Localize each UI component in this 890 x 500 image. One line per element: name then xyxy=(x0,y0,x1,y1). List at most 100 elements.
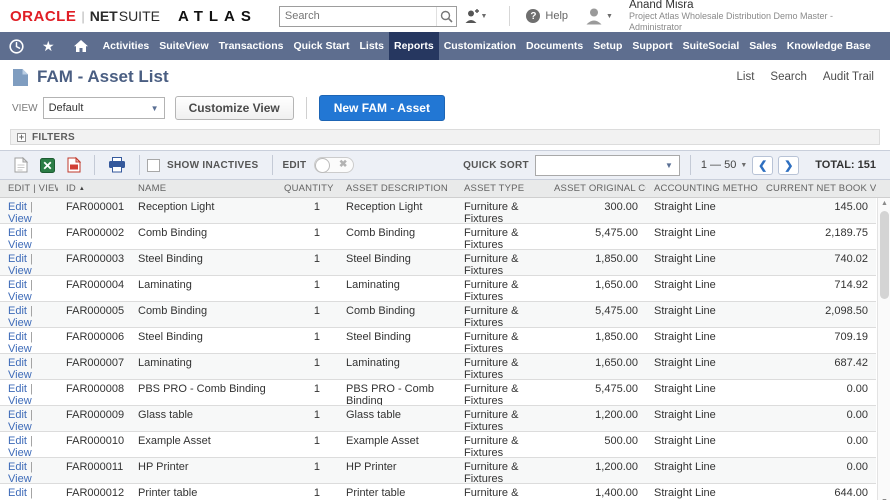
help-button[interactable]: ? Help xyxy=(526,9,568,23)
view-link[interactable]: View xyxy=(8,447,32,457)
page-link-search[interactable]: Search xyxy=(770,71,806,83)
nav-item-support[interactable]: Support xyxy=(627,32,677,60)
col-header-accounting_method[interactable]: ACCOUNTING METHOD xyxy=(646,180,758,197)
scroll-up-icon[interactable]: ▲ xyxy=(878,198,890,210)
create-new-record-icon[interactable]: ▼ xyxy=(457,9,493,24)
nav-item-setup[interactable]: Setup xyxy=(588,32,627,60)
view-link[interactable]: View xyxy=(8,291,32,301)
view-link[interactable]: View xyxy=(8,213,32,223)
edit-link[interactable]: Edit xyxy=(8,305,27,317)
cell-id: FAR000010 xyxy=(58,432,130,457)
table-row: Edit | ViewFAR000002Comb Binding1Comb Bi… xyxy=(0,224,876,250)
filters-bar[interactable]: + FILTERS xyxy=(10,129,880,145)
cell-net_book_value: 709.19 xyxy=(758,328,876,353)
scrollbar-thumb[interactable] xyxy=(880,211,889,299)
view-link[interactable]: View xyxy=(8,239,32,249)
home-icon[interactable] xyxy=(64,32,98,60)
prev-page-button[interactable]: ❮ xyxy=(752,156,773,175)
atlas-logo: ATLAS xyxy=(178,8,257,25)
link-separator: | xyxy=(27,201,33,213)
show-inactives-label: SHOW INACTIVES xyxy=(167,160,258,171)
view-link[interactable]: View xyxy=(8,395,32,405)
user-avatar[interactable]: ▼ xyxy=(578,7,619,25)
cell-type: Furniture & Fixtures xyxy=(456,354,546,379)
search-icon[interactable] xyxy=(436,7,456,26)
edit-link[interactable]: Edit xyxy=(8,279,27,291)
quick-sort-select[interactable]: ▼ xyxy=(535,155,680,176)
link-separator: | xyxy=(27,305,33,317)
recent-records-icon[interactable] xyxy=(0,32,33,60)
next-page-button[interactable]: ❯ xyxy=(778,156,799,175)
cell-editview: Edit | View xyxy=(0,276,58,301)
edit-toggle[interactable]: ✖ xyxy=(314,157,354,173)
edit-link[interactable]: Edit xyxy=(8,435,27,447)
cell-name: Comb Binding xyxy=(130,224,276,249)
nav-item-lists[interactable]: Lists xyxy=(354,32,389,60)
user-name: Anand Misra xyxy=(629,0,880,11)
cell-description: Example Asset xyxy=(338,432,456,457)
edit-link[interactable]: Edit xyxy=(8,409,27,421)
edit-link[interactable]: Edit xyxy=(8,227,27,239)
page-document-icon xyxy=(12,68,29,87)
new-fam-asset-button[interactable]: New FAM - Asset xyxy=(319,95,445,121)
nav-item-quick-start[interactable]: Quick Start xyxy=(288,32,354,60)
nav-item-documents[interactable]: Documents xyxy=(521,32,588,60)
scroll-down-icon[interactable]: ▼ xyxy=(878,496,890,500)
page-range-dropdown[interactable]: 1 — 50 ▼ xyxy=(701,159,747,171)
cell-id: FAR000011 xyxy=(58,458,130,483)
col-header-editview[interactable]: EDIT | VIEW xyxy=(0,180,58,197)
pdf-export-icon[interactable] xyxy=(61,157,87,173)
cell-description: HP Printer xyxy=(338,458,456,483)
cell-description: Steel Binding xyxy=(338,250,456,275)
link-separator: | xyxy=(27,331,33,343)
nav-item-suiteview[interactable]: SuiteView xyxy=(154,32,213,60)
user-info[interactable]: Anand Misra Project Atlas Wholesale Dist… xyxy=(629,0,880,33)
cell-type: Furniture & Fixtures xyxy=(456,328,546,353)
edit-link[interactable]: Edit xyxy=(8,383,27,395)
nav-item-activities[interactable]: Activities xyxy=(98,32,155,60)
cell-type: Furniture & Fixtures xyxy=(456,458,546,483)
col-header-quantity[interactable]: QUANTITY xyxy=(276,180,338,197)
cell-name: Laminating xyxy=(130,276,276,301)
view-link[interactable]: View xyxy=(8,473,32,483)
view-link[interactable]: View xyxy=(8,343,32,353)
edit-link[interactable]: Edit xyxy=(8,201,27,213)
global-search-input[interactable] xyxy=(280,10,437,22)
chevron-down-icon: ▼ xyxy=(740,162,747,169)
col-header-id[interactable]: ID▲ xyxy=(58,180,130,197)
nav-item-transactions[interactable]: Transactions xyxy=(214,32,289,60)
table-row: Edit | ViewFAR000004Laminating1Laminatin… xyxy=(0,276,876,302)
show-inactives-checkbox[interactable] xyxy=(147,159,160,172)
view-link[interactable]: View xyxy=(8,265,32,275)
oracle-netsuite-logo: ORACLE | NET SUITE xyxy=(10,8,160,25)
table-row: Edit | ViewFAR000008PBS PRO - Comb Bindi… xyxy=(0,380,876,406)
excel-export-icon[interactable] xyxy=(34,158,61,173)
col-header-type[interactable]: ASSET TYPE xyxy=(456,180,546,197)
customize-view-button[interactable]: Customize View xyxy=(175,96,294,120)
view-link[interactable]: View xyxy=(8,369,32,379)
view-link[interactable]: View xyxy=(8,317,32,327)
col-header-net_book_value[interactable]: CURRENT NET BOOK VALUE xyxy=(758,180,876,197)
col-header-description[interactable]: ASSET DESCRIPTION xyxy=(338,180,456,197)
view-link[interactable]: View xyxy=(8,421,32,431)
nav-item-sales[interactable]: Sales xyxy=(744,32,781,60)
nav-item-suitesocial[interactable]: SuiteSocial xyxy=(678,32,745,60)
col-header-name[interactable]: NAME xyxy=(130,180,276,197)
edit-link[interactable]: Edit xyxy=(8,253,27,265)
csv-export-icon[interactable] xyxy=(8,157,34,173)
edit-link[interactable]: Edit xyxy=(8,331,27,343)
print-icon[interactable] xyxy=(102,157,132,173)
vertical-scrollbar[interactable]: ▲ ▼ xyxy=(877,198,890,500)
nav-item-knowledge-base[interactable]: Knowledge Base xyxy=(782,32,876,60)
shortcuts-star-icon[interactable]: ★ xyxy=(33,32,64,60)
page-link-list[interactable]: List xyxy=(737,71,755,83)
view-select[interactable]: Default ▼ xyxy=(43,97,165,119)
nav-item-reports[interactable]: Reports xyxy=(389,32,439,60)
toolbar-right: QUICK SORT ▼ 1 — 50 ▼ ❮ ❯ TOTAL: 151 xyxy=(463,155,882,176)
page-link-audit-trail[interactable]: Audit Trail xyxy=(823,71,874,83)
edit-link[interactable]: Edit xyxy=(8,487,27,499)
edit-link[interactable]: Edit xyxy=(8,461,27,473)
nav-item-customization[interactable]: Customization xyxy=(439,32,521,60)
col-header-original_cost[interactable]: ASSET ORIGINAL COST xyxy=(546,180,646,197)
edit-link[interactable]: Edit xyxy=(8,357,27,369)
